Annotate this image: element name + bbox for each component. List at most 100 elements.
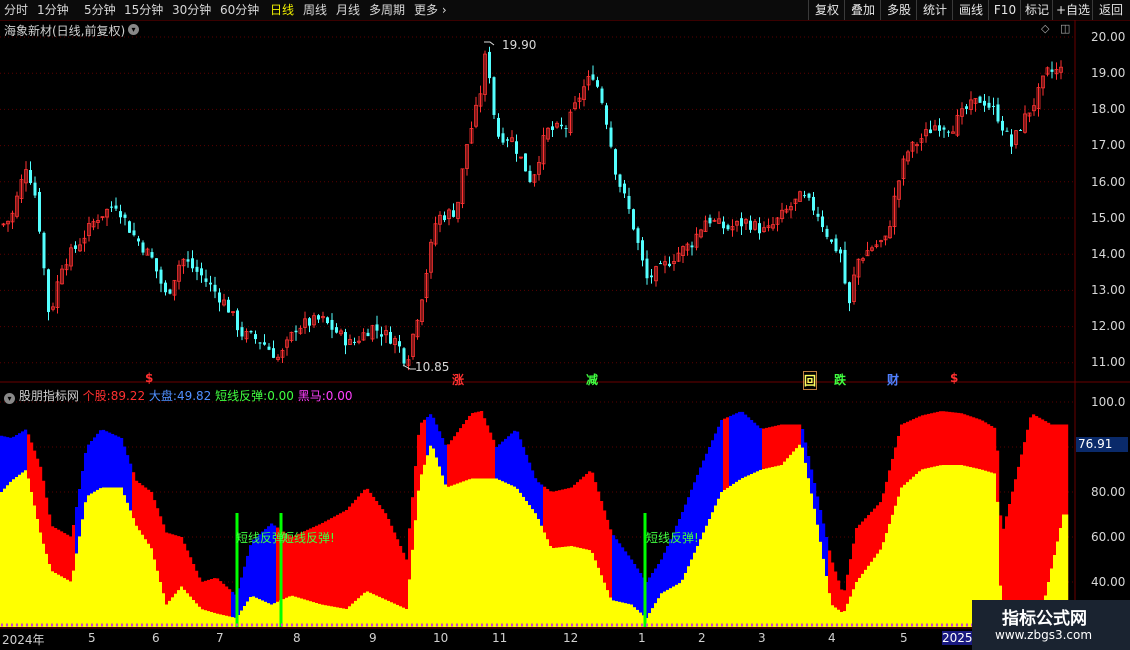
signal-dollar-2: $ (950, 371, 959, 385)
fuquan-button[interactable]: 复权 (808, 0, 845, 20)
tab-5min[interactable]: 5分钟 (84, 2, 116, 18)
draw-line-button[interactable]: 画线 (952, 0, 989, 20)
candle-body (609, 127, 613, 147)
indicator-bar-base (579, 548, 583, 627)
chevron-down-icon[interactable]: ▾ (4, 393, 15, 404)
candle-body (150, 252, 154, 258)
indicator-bar-base (870, 561, 874, 627)
low-price-label: 10.85 (415, 360, 450, 374)
indicator-bar-base (273, 603, 277, 627)
tab-weekly[interactable]: 周线 (303, 2, 327, 18)
candle-body (758, 223, 761, 234)
candle-body (380, 334, 383, 337)
chart-canvas[interactable] (0, 20, 1130, 650)
indicator-bar-base (297, 597, 301, 627)
indicator-bar-base (99, 488, 103, 627)
candle-body (186, 259, 190, 262)
candle-body (690, 245, 694, 248)
indicator-bar-base (582, 548, 586, 627)
candle-body (398, 341, 401, 347)
price-tick: 17.00 (1091, 138, 1126, 152)
f10-button[interactable]: F10 (988, 0, 1021, 20)
tab-1min[interactable]: 1分钟 (37, 2, 69, 18)
candle-body (803, 195, 806, 197)
indicator-bar-base (954, 465, 958, 627)
candle-body (317, 315, 320, 320)
indicator-bar-base (111, 487, 115, 627)
signal-reduce: 减 (586, 373, 599, 387)
candle-body (114, 205, 118, 209)
chevron-down-icon[interactable]: ▾ (128, 24, 139, 35)
candle-body (402, 348, 406, 364)
rebound-label: 短线反弹: (215, 389, 268, 403)
candle-body (825, 228, 829, 237)
multi-stock-button[interactable]: 多股 (880, 0, 917, 20)
candle-body (128, 221, 131, 233)
restore-window-icon[interactable]: ◫ (1060, 22, 1070, 35)
indicator-bar (1032, 414, 1036, 627)
indicator-bar-base (312, 602, 316, 627)
indicator-bar-base (21, 472, 25, 627)
indicator-bar-base (141, 534, 145, 627)
tab-daily[interactable]: 日线 (270, 2, 294, 18)
back-button[interactable]: 返回 (1092, 0, 1129, 20)
indicator-bar-base (828, 593, 832, 627)
indicator-bar-base (138, 530, 142, 627)
signal-dollar: $ (145, 371, 154, 385)
candle-body (506, 139, 509, 141)
indicator-bar-base (411, 549, 415, 627)
candle-body (33, 182, 37, 196)
candle-body (641, 240, 644, 261)
tab-monthly[interactable]: 月线 (336, 2, 360, 18)
mark-button[interactable]: 标记 (1020, 0, 1053, 20)
indicator-bar-base (930, 467, 934, 627)
indicator-bar-base (123, 495, 127, 627)
tab-fenshi[interactable]: 分时 (4, 2, 28, 18)
tab-multi-period[interactable]: 多周期 (369, 2, 405, 18)
indicator-bar-base (966, 466, 970, 627)
tab-15min[interactable]: 15分钟 (124, 2, 163, 18)
candle-body (623, 183, 626, 194)
tab-60min[interactable]: 60分钟 (220, 2, 259, 18)
indicator-bar-base (39, 532, 43, 627)
indicator-bar-base (531, 509, 535, 627)
indicator-bar-base (69, 581, 73, 627)
candle-body (38, 191, 41, 232)
x-tick: 4 (828, 631, 836, 645)
indicator-bar-base (939, 465, 943, 627)
indicator-bar-base (513, 486, 517, 627)
overlay-button[interactable]: 叠加 (844, 0, 881, 20)
candle-body (308, 318, 311, 326)
tab-30min[interactable]: 30分钟 (172, 2, 211, 18)
indicator-bar-base (771, 467, 775, 627)
tab-more[interactable]: 更多 › (414, 2, 447, 18)
indicator-bar-base (156, 570, 160, 627)
indicator-bar-base (288, 596, 292, 627)
indicator-bar-base (315, 603, 319, 627)
indicator-bar-base (264, 601, 268, 627)
indicator-bar-base (933, 466, 937, 627)
candle-body (830, 239, 833, 242)
indicator-bar-base (765, 468, 769, 627)
add-watchlist-button[interactable]: +自选 (1052, 0, 1093, 20)
diamond-icon[interactable]: ◇ (1041, 22, 1049, 35)
indicator-bar-base (159, 582, 163, 627)
market-label: 大盘: (148, 389, 177, 403)
indicator-bar-base (756, 471, 760, 627)
indicator-bar (1029, 417, 1033, 627)
indicator-bar-base (432, 448, 436, 627)
indicator-bar-base (501, 481, 505, 627)
candle-body (524, 153, 527, 172)
indicator-bar-base (774, 466, 778, 627)
stats-button[interactable]: 统计 (916, 0, 953, 20)
indicator-bar-base (891, 514, 895, 627)
stock-label: 个股: (82, 389, 111, 403)
x-tick: 7 (216, 631, 224, 645)
darkhorse-value: 0.00 (325, 389, 353, 403)
candle-body (488, 51, 491, 79)
indicator-bar (1038, 417, 1042, 627)
indicator-bar-base (711, 512, 715, 627)
candle-body (528, 170, 532, 183)
indicator-bar-base (120, 487, 124, 627)
indicator-bar-base (414, 520, 418, 627)
